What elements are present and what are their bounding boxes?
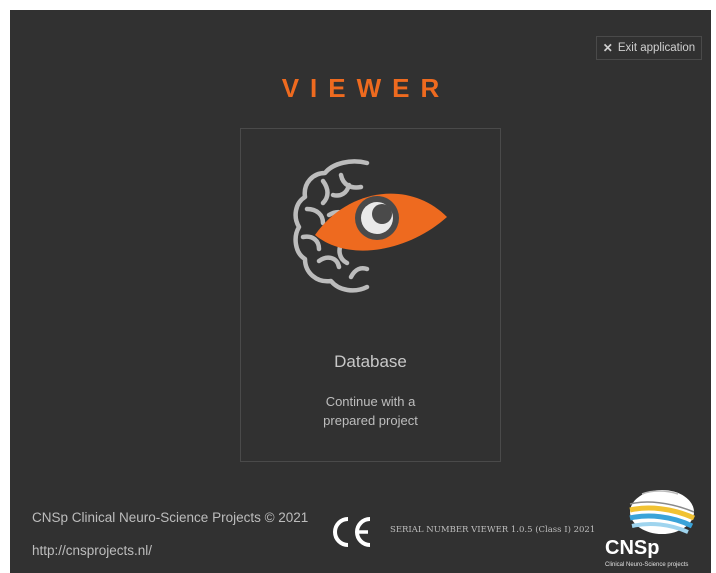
card-description: Continue with a prepared project	[241, 392, 500, 430]
brain-eye-icon	[293, 159, 447, 293]
close-icon: ✕	[602, 41, 613, 55]
logo-text: CNSp	[605, 537, 660, 559]
serial-number: SERIAL NUMBER VIEWER 1.0.5 (Class I) 202…	[390, 525, 596, 535]
copyright-text: CNSp Clinical Neuro-Science Projects © 2…	[32, 510, 309, 525]
exit-application-button[interactable]: ✕ Exit application	[596, 36, 702, 60]
cnsp-logo-icon	[629, 490, 696, 534]
card-description-line2: prepared project	[323, 413, 418, 428]
exit-application-label: Exit application	[617, 42, 696, 54]
ce-mark-icon	[333, 517, 371, 547]
start-window: ✕ Exit application VIEWER Database Conti…	[10, 10, 711, 573]
card-title: Database	[334, 352, 407, 371]
app-title: VIEWER	[281, 73, 451, 103]
website-link[interactable]: http://cnsprojects.nl/	[32, 543, 152, 558]
database-card[interactable]: Database Continue with a prepared projec…	[240, 128, 501, 462]
card-description-line1: Continue with a	[325, 394, 416, 409]
logo-subtext: Clinical Neuro-Science projects	[605, 562, 689, 568]
